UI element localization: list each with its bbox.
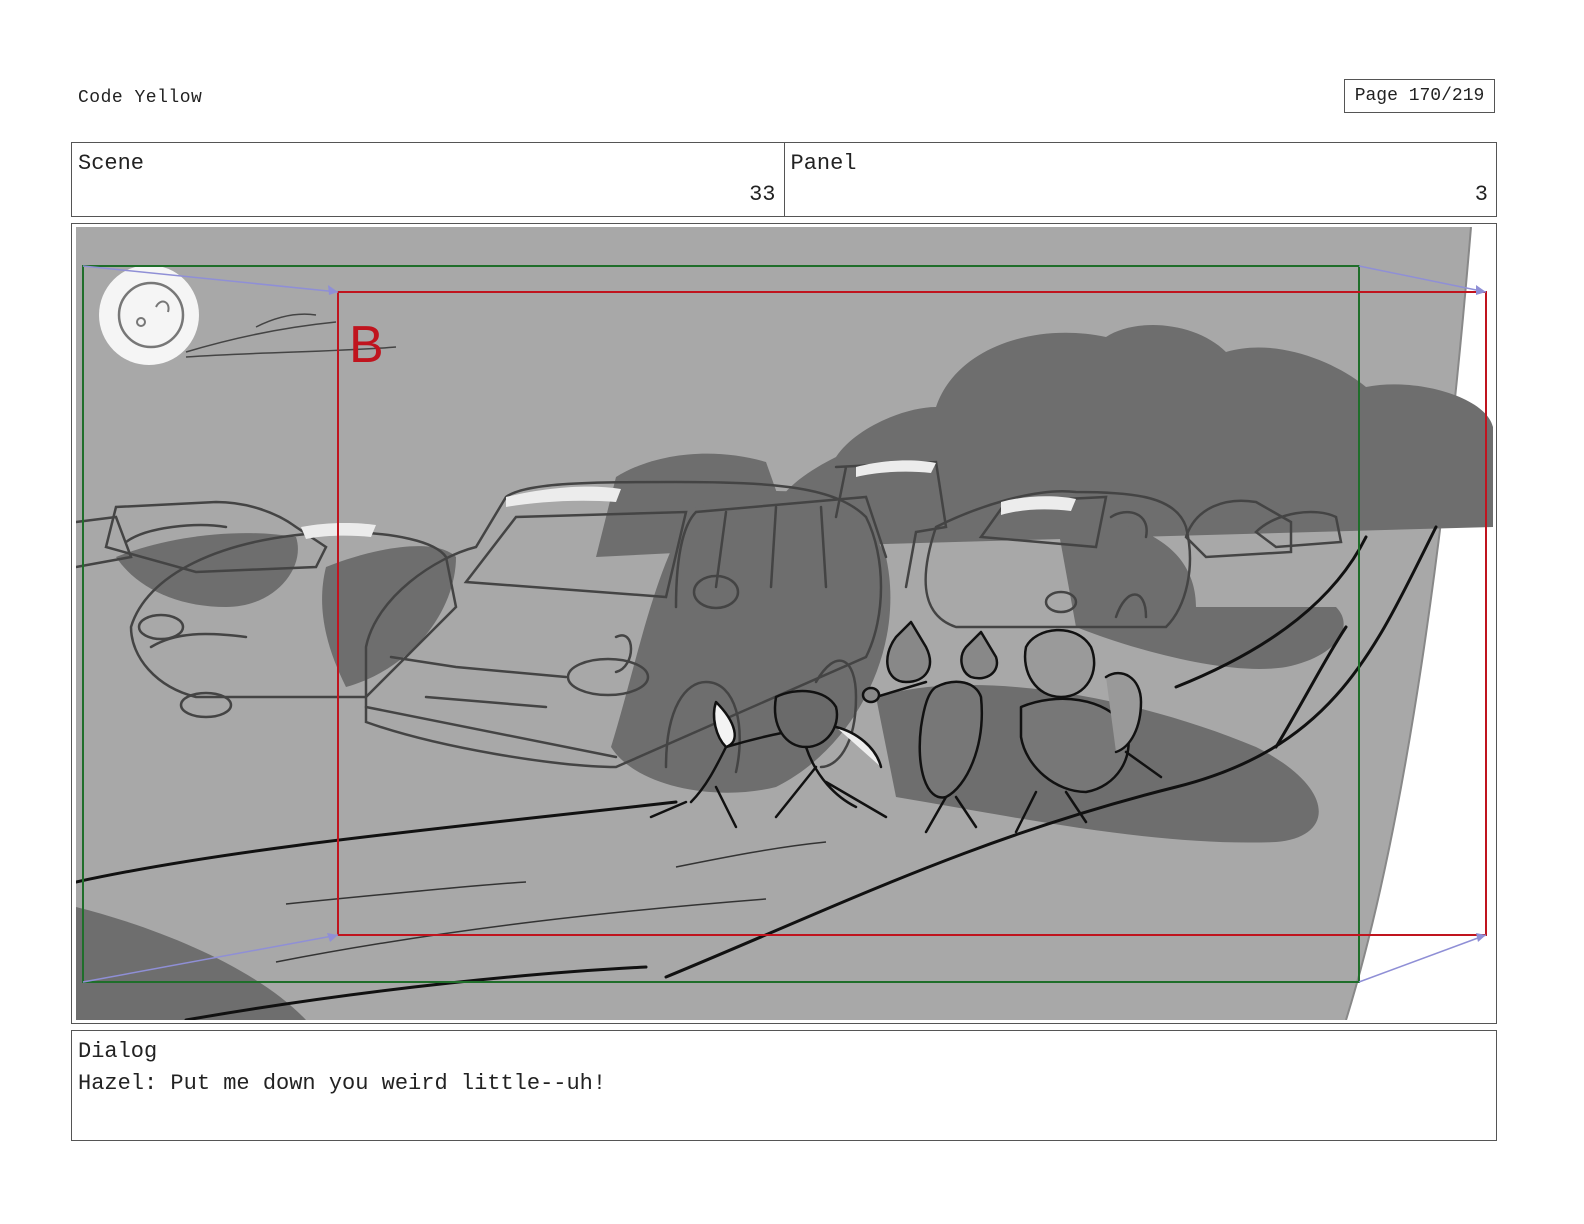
scene-panel-row: Scene 33 Panel 3 xyxy=(71,142,1497,217)
panel-label: Panel xyxy=(790,151,857,176)
project-title: Code Yellow xyxy=(78,88,203,108)
scene-cell: Scene 33 xyxy=(72,143,784,216)
frame-marker-letter: B xyxy=(349,316,384,374)
scene-label: Scene xyxy=(78,151,145,176)
dialog-text: Hazel: Put me down you weird little--uh! xyxy=(78,1071,607,1096)
dialog-label: Dialog xyxy=(78,1039,158,1064)
panel-cell: Panel 3 xyxy=(783,143,1497,216)
dialog-box: Dialog Hazel: Put me down you weird litt… xyxy=(71,1030,1497,1141)
panel-number: 3 xyxy=(1474,182,1488,207)
page-indicator: Page 170/219 xyxy=(1344,79,1495,113)
storyboard-frame: B xyxy=(71,223,1497,1024)
storyboard-drawing: B xyxy=(76,227,1493,1020)
scene-number: 33 xyxy=(749,182,776,207)
